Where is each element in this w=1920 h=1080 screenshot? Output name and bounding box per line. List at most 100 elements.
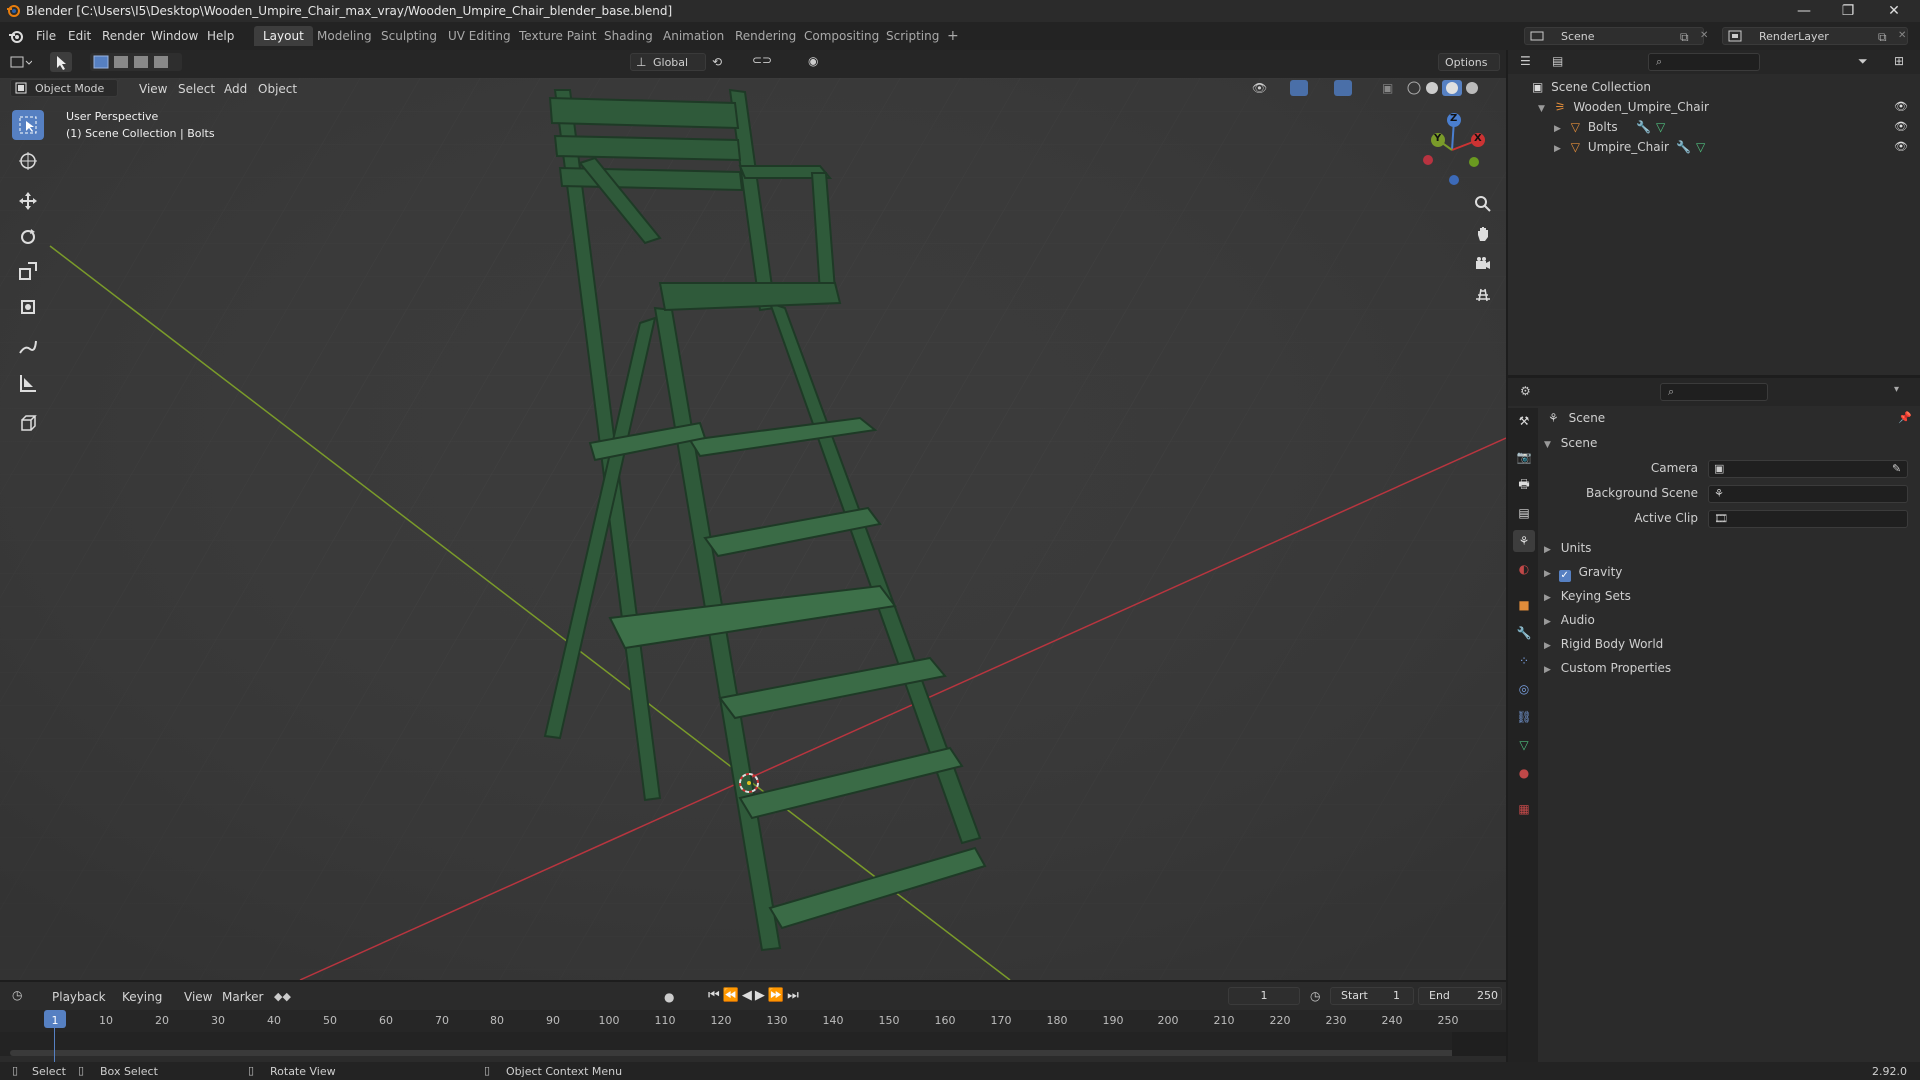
annotate-tool[interactable]: [12, 332, 44, 362]
expand-object-icon[interactable]: ▶: [1554, 144, 1561, 154]
overlay-toggle-icon[interactable]: [1334, 80, 1352, 96]
expand-panel-icon[interactable]: ▶: [1544, 641, 1551, 651]
expand-panel-icon[interactable]: ▶: [1544, 665, 1551, 675]
world-properties-tab-icon[interactable]: ◐: [1513, 558, 1535, 580]
mesh-data-icon[interactable]: ▽: [1656, 117, 1665, 137]
outliner-search-input[interactable]: [1648, 53, 1760, 71]
custom-properties-panel-header[interactable]: ▶ Custom Properties: [1544, 658, 1914, 678]
expand-panel-icon[interactable]: ▶: [1544, 617, 1551, 627]
timeline-editor-type-icon[interactable]: ◷: [12, 988, 22, 1002]
blender-menu-icon[interactable]: [8, 28, 24, 44]
scene-properties-tab-icon[interactable]: ⚘: [1513, 530, 1535, 552]
viewport-menu-object[interactable]: Object: [250, 80, 305, 98]
particles-properties-tab-icon[interactable]: ⁘: [1513, 650, 1535, 672]
tab-rendering[interactable]: Rendering: [726, 26, 805, 46]
properties-editor-type-icon[interactable]: ⚙: [1520, 384, 1531, 398]
tab-layout[interactable]: Layout: [254, 26, 313, 46]
tool-properties-tab-icon[interactable]: ⚒: [1513, 410, 1535, 432]
tab-animation[interactable]: Animation: [654, 26, 733, 46]
timeline-scrollbar[interactable]: [10, 1050, 1496, 1056]
expand-object-icon[interactable]: ▶: [1554, 124, 1561, 134]
3d-cursor-icon[interactable]: [734, 768, 764, 798]
outliner-scene-collection[interactable]: ▣ Scene Collection: [1532, 77, 1651, 97]
auto-keying-record-icon[interactable]: ●: [664, 990, 674, 1004]
tab-shading[interactable]: Shading: [595, 26, 662, 46]
outliner-collection-row[interactable]: ▼ ⚞ Wooden_Umpire_Chair: [1538, 97, 1912, 117]
expand-panel-icon[interactable]: ▶: [1544, 545, 1551, 555]
output-properties-tab-icon[interactable]: 🖶: [1513, 474, 1535, 496]
constraints-properties-tab-icon[interactable]: ⛓: [1513, 706, 1535, 728]
data-properties-tab-icon[interactable]: ▽: [1513, 734, 1535, 756]
new-scene-icon[interactable]: ⧉: [1680, 30, 1689, 45]
outliner-editor-type-icon[interactable]: ☰: [1520, 54, 1531, 68]
viewport-menu-view[interactable]: View: [131, 80, 175, 98]
gravity-checkbox[interactable]: ✓: [1558, 570, 1571, 582]
visibility-eye-icon[interactable]: 👁: [1894, 140, 1908, 153]
transform-tool[interactable]: [12, 292, 44, 322]
visibility-eye-icon[interactable]: 👁: [1894, 100, 1908, 113]
select-tool-icon[interactable]: [50, 52, 72, 72]
delete-view-layer-icon[interactable]: ✕: [1898, 30, 1906, 41]
selection-mode-buttons[interactable]: [90, 53, 182, 71]
proportional-edit-icon[interactable]: ◉: [808, 54, 818, 68]
new-collection-icon[interactable]: ⊞: [1894, 54, 1904, 68]
menu-file[interactable]: File: [28, 27, 64, 45]
modifier-wrench-icon[interactable]: 🔧: [1636, 117, 1651, 137]
background-scene-field[interactable]: [1708, 485, 1908, 503]
tab-sculpting[interactable]: Sculpting: [372, 26, 446, 46]
properties-options-icon[interactable]: ▾: [1894, 384, 1899, 395]
add-workspace-button[interactable]: +: [947, 28, 959, 44]
render-properties-tab-icon[interactable]: 📷: [1513, 446, 1535, 468]
preview-range-icon[interactable]: ◷: [1310, 989, 1320, 1003]
cursor-tool[interactable]: [12, 146, 44, 176]
units-panel-header[interactable]: ▶ Units: [1544, 538, 1914, 558]
move-tool[interactable]: [12, 186, 44, 216]
outliner-object-row[interactable]: ▶ ▽ Bolts 🔧 ▽: [1554, 117, 1912, 137]
measure-tool[interactable]: [12, 368, 44, 398]
tab-uv-editing[interactable]: UV Editing: [439, 26, 520, 46]
display-mode-icon[interactable]: ▤: [1552, 54, 1563, 68]
object-properties-tab-icon[interactable]: ■: [1513, 594, 1535, 616]
delete-scene-icon[interactable]: ✕: [1700, 30, 1708, 41]
expand-panel-icon[interactable]: ▶: [1544, 569, 1551, 579]
timeline-menu-marker[interactable]: Marker: [214, 988, 271, 1006]
pivot-point-icon[interactable]: ⟲: [712, 55, 722, 69]
audio-panel-header[interactable]: ▶ Audio: [1544, 610, 1914, 630]
xray-toggle-icon[interactable]: ▣: [1382, 81, 1393, 95]
expand-panel-icon[interactable]: ▶: [1544, 593, 1551, 603]
collapse-panel-icon[interactable]: ▼: [1544, 440, 1551, 450]
outliner-filter-icon[interactable]: ⏷: [1858, 54, 1868, 69]
visibility-filter-icon[interactable]: 👁: [1252, 81, 1267, 95]
physics-properties-tab-icon[interactable]: ◎: [1513, 678, 1535, 700]
eyedropper-icon[interactable]: ✎: [1892, 462, 1901, 475]
scene-selector[interactable]: Scene: [1524, 27, 1704, 45]
tab-scripting[interactable]: Scripting: [877, 26, 948, 46]
menu-window[interactable]: Window: [143, 27, 206, 45]
keyframe-buttons-icon[interactable]: ◆◆: [274, 990, 291, 1003]
expand-collection-icon[interactable]: ▼: [1538, 104, 1545, 114]
navigation-gizmo[interactable]: Z X Y: [1412, 110, 1492, 190]
tab-modeling[interactable]: Modeling: [308, 26, 381, 46]
end-frame-field[interactable]: End 250: [1418, 987, 1502, 1005]
add-cube-tool[interactable]: [12, 408, 44, 438]
current-frame-field[interactable]: 1: [1228, 987, 1300, 1005]
options-dropdown[interactable]: Options: [1438, 53, 1500, 71]
visibility-eye-icon[interactable]: 👁: [1894, 120, 1908, 133]
snap-icon[interactable]: ⊂⊃: [752, 53, 772, 67]
view-layer-properties-tab-icon[interactable]: ▤: [1513, 502, 1535, 524]
mesh-data-icon[interactable]: ▽: [1696, 137, 1705, 157]
menu-help[interactable]: Help: [199, 27, 242, 45]
rigid-body-world-panel-header[interactable]: ▶ Rigid Body World: [1544, 634, 1914, 654]
zoom-view-icon[interactable]: [1469, 190, 1497, 218]
gravity-panel-header[interactable]: ▶ ✓ Gravity: [1544, 562, 1914, 582]
shading-mode-buttons[interactable]: [1404, 79, 1490, 97]
orthographic-toggle-icon[interactable]: [1469, 280, 1497, 308]
modifier-wrench-icon[interactable]: 🔧: [1676, 137, 1691, 157]
camera-view-icon[interactable]: [1469, 250, 1497, 278]
close-window-button[interactable]: ✕: [1872, 1, 1916, 21]
tab-compositing[interactable]: Compositing: [795, 26, 888, 46]
maximize-button[interactable]: ❐: [1826, 1, 1870, 21]
scale-tool[interactable]: [12, 256, 44, 286]
pin-icon[interactable]: 📌: [1898, 411, 1912, 424]
timeline-menu-playback[interactable]: Playback: [44, 988, 114, 1006]
